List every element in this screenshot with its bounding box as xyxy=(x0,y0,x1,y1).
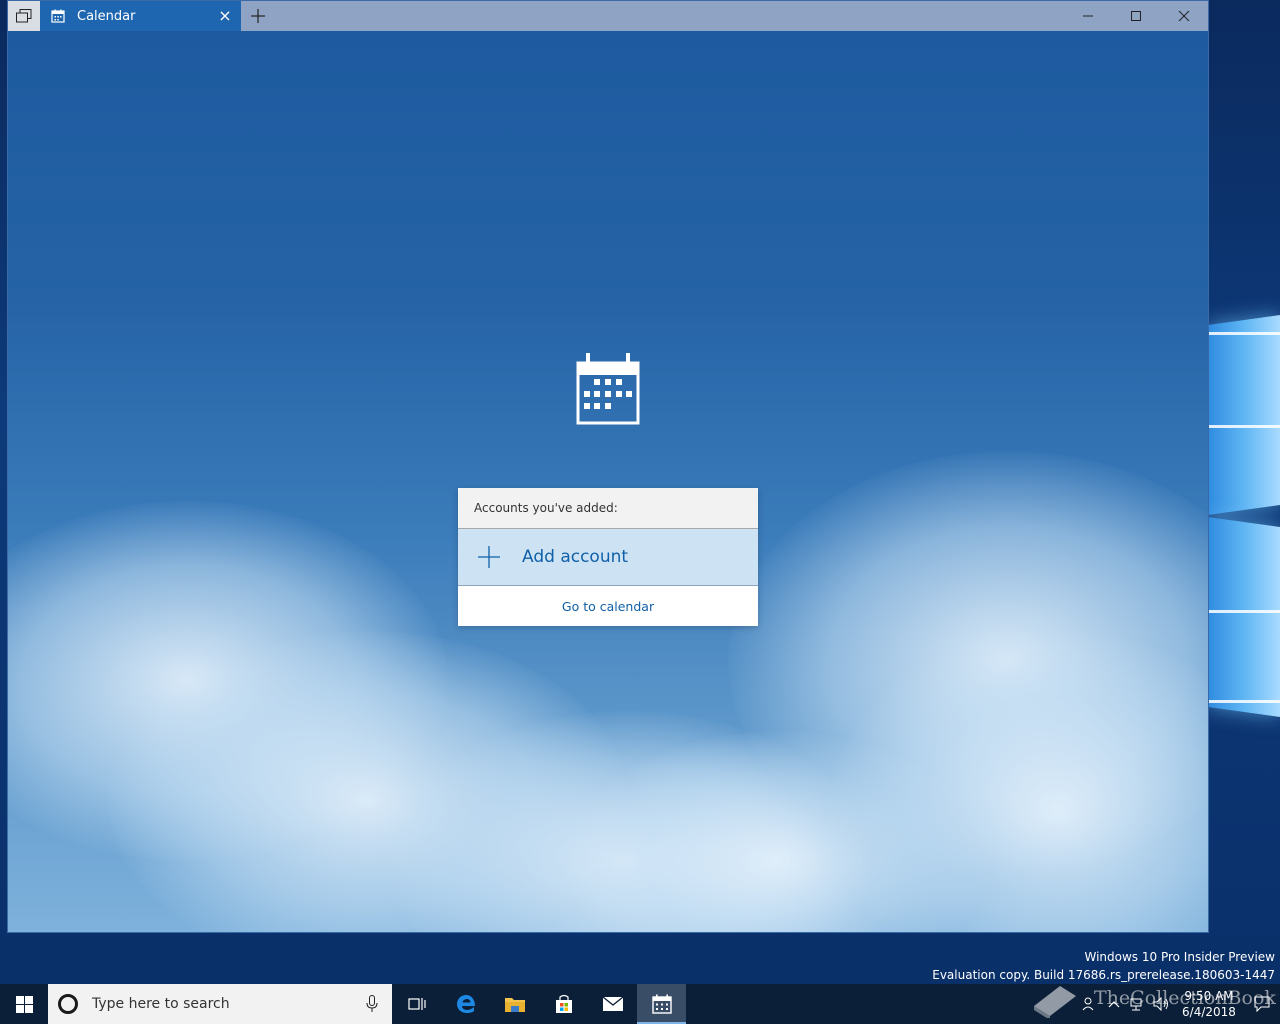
folder-icon xyxy=(504,998,525,1012)
watermark-edition: Windows 10 Pro Insider Preview xyxy=(1084,950,1275,964)
overlay-brand-text: TheCollectionBook xyxy=(1094,987,1276,1009)
tab-calendar[interactable]: Calendar × xyxy=(40,1,241,31)
calendar-icon xyxy=(651,994,672,1014)
search-placeholder: Type here to search xyxy=(92,996,230,1012)
add-account-button[interactable]: Add account xyxy=(458,529,758,586)
mail-taskbar-button[interactable] xyxy=(588,984,637,1024)
tab-label: Calendar xyxy=(77,8,136,24)
edge-icon xyxy=(456,995,475,1013)
mail-icon xyxy=(602,996,623,1011)
close-icon xyxy=(1178,10,1190,22)
minimize-icon xyxy=(1083,15,1093,17)
minimize-button[interactable] xyxy=(1064,1,1112,31)
book-logo-icon xyxy=(1034,986,1076,1018)
start-button[interactable] xyxy=(0,984,48,1024)
file-explorer-taskbar-button[interactable] xyxy=(490,984,539,1024)
collection-book-overlay: TheCollectionBook xyxy=(1030,978,1276,1018)
store-taskbar-button[interactable] xyxy=(539,984,588,1024)
windows-logo-wallpaper xyxy=(1208,290,1280,730)
calendar-app-logo-icon xyxy=(576,353,640,425)
accounts-header: Accounts you've added: xyxy=(458,488,758,529)
task-view-button[interactable] xyxy=(392,984,441,1024)
maximize-button[interactable] xyxy=(1112,1,1160,31)
windows-start-icon xyxy=(15,995,33,1013)
go-to-calendar-link[interactable]: Go to calendar xyxy=(458,586,758,626)
cortana-icon xyxy=(58,994,78,1014)
calendar-app-window: Calendar × Accounts you've added: Add ac… xyxy=(8,1,1208,932)
store-icon xyxy=(555,994,572,1013)
calendar-icon xyxy=(51,9,65,23)
add-account-label: Add account xyxy=(522,547,629,567)
plus-icon xyxy=(251,9,265,23)
microphone-icon[interactable] xyxy=(366,995,378,1013)
tab-switcher-icon xyxy=(16,9,32,23)
task-view-icon xyxy=(407,998,426,1010)
calendar-welcome-screen: Accounts you've added: Add account Go to… xyxy=(8,31,1208,932)
close-button[interactable] xyxy=(1160,1,1208,31)
calendar-taskbar-button[interactable] xyxy=(637,984,686,1024)
accounts-panel: Accounts you've added: Add account Go to… xyxy=(458,488,758,626)
new-tab-button[interactable] xyxy=(241,1,275,31)
maximize-icon xyxy=(1131,11,1141,21)
edge-taskbar-button[interactable] xyxy=(441,984,490,1024)
titlebar: Calendar × xyxy=(8,1,1208,31)
tab-switcher-button[interactable] xyxy=(8,1,40,31)
add-icon xyxy=(478,546,500,568)
search-box[interactable]: Type here to search xyxy=(48,984,392,1024)
tab-close-icon[interactable]: × xyxy=(217,8,233,24)
